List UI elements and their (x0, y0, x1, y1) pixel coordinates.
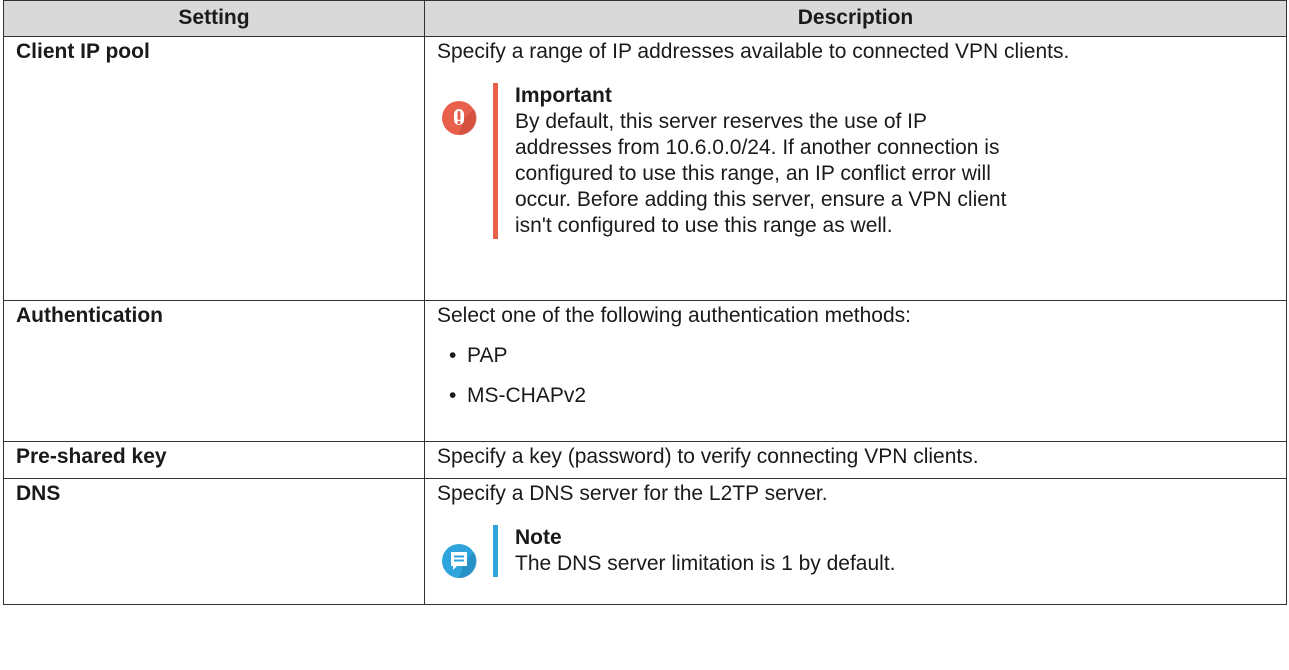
setting-description: Select one of the following authenticati… (437, 304, 911, 327)
callout-body: Important By default, this server reserv… (499, 83, 1274, 239)
callout-accent-bar (493, 83, 498, 239)
list-item: • PAP (437, 343, 1274, 369)
table-header-row: Setting Description (3, 0, 1287, 37)
table-row-dns: DNS Specify a DNS server for the L2TP se… (3, 478, 1287, 605)
setting-description-cell: Select one of the following authenticati… (424, 300, 1287, 442)
setting-description-cell: Specify a DNS server for the L2TP server… (424, 478, 1287, 605)
setting-description: Specify a DNS server for the L2TP server… (437, 482, 828, 505)
callout-accent-bar (493, 525, 498, 577)
callout-line: addresses from 10.6.0.0/24. If another c… (515, 136, 1000, 159)
settings-table: Setting Description Client IP pool Speci… (3, 0, 1287, 605)
description-column-header: Description (424, 0, 1287, 37)
exclamation-icon (442, 101, 477, 136)
setting-column-header: Setting (3, 0, 425, 37)
list-item: • MS-CHAPv2 (437, 383, 1274, 409)
setting-description: Specify a key (password) to verify conne… (424, 441, 1287, 479)
table-row-client-ip-pool: Client IP pool Specify a range of IP add… (3, 36, 1287, 301)
callout-body: Note The DNS server limitation is 1 by d… (499, 525, 1274, 577)
table-row-pre-shared-key: Pre-shared key Specify a key (password) … (3, 441, 1287, 479)
method-label: PAP (467, 344, 508, 367)
setting-name: Client IP pool (3, 36, 425, 301)
setting-name: Pre-shared key (3, 441, 425, 479)
table-row-authentication: Authentication Select one of the followi… (3, 300, 1287, 442)
callout-line: occur. Before adding this server, ensure… (515, 188, 1007, 211)
callout-line: By default, this server reserves the use… (515, 110, 928, 133)
callout-line: configured to use this range, an IP conf… (515, 162, 991, 185)
authentication-methods-list: • PAP • MS-CHAPv2 (437, 343, 1274, 409)
note-callout: Note The DNS server limitation is 1 by d… (437, 525, 1274, 579)
setting-name: Authentication (3, 300, 425, 442)
important-callout: Important By default, this server reserv… (437, 83, 1274, 239)
callout-title: Note (515, 526, 562, 549)
method-label: MS-CHAPv2 (467, 384, 587, 407)
setting-description: Specify a range of IP addresses availabl… (437, 40, 1070, 63)
bullet-icon: • (449, 384, 457, 407)
note-icon (442, 544, 477, 579)
setting-description-cell: Specify a range of IP addresses availabl… (424, 36, 1287, 301)
bullet-icon: • (449, 344, 457, 367)
callout-line: isn't configured to use this range as we… (515, 214, 893, 237)
setting-name: DNS (3, 478, 425, 605)
callout-line: The DNS server limitation is 1 by defaul… (515, 552, 896, 575)
callout-title: Important (515, 84, 612, 107)
